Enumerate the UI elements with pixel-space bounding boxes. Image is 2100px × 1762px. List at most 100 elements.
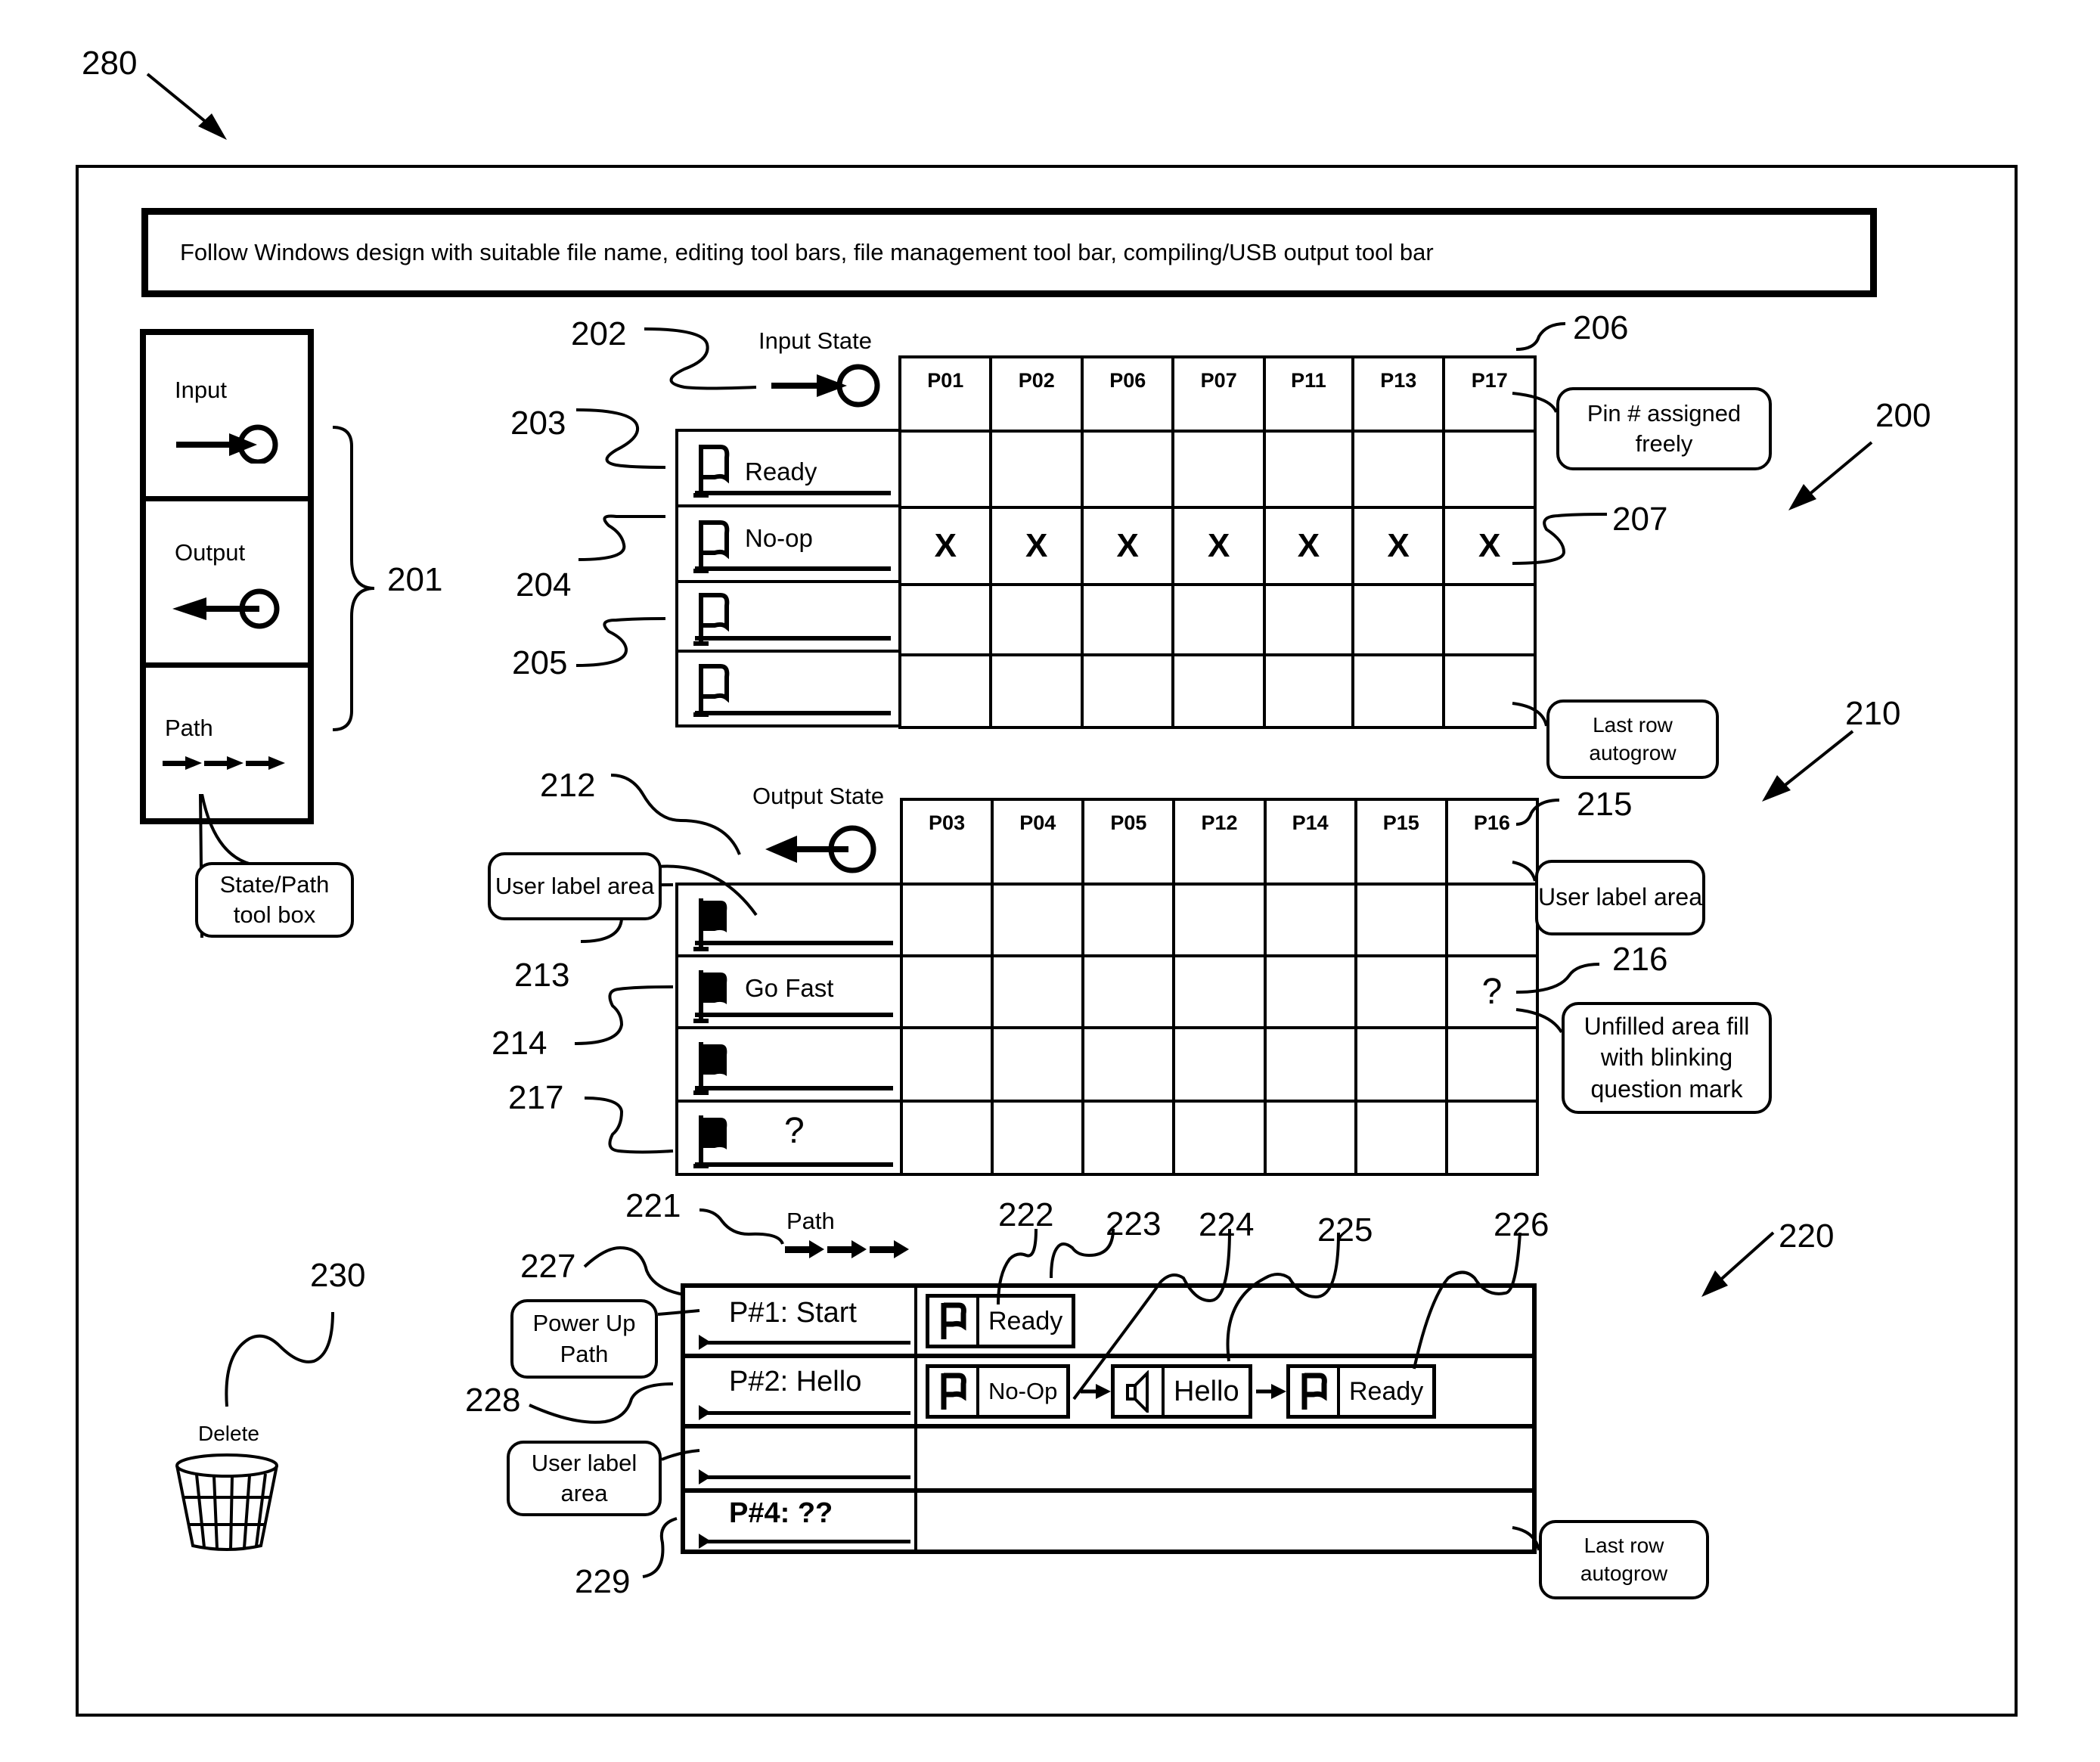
pin-cell[interactable] — [1080, 653, 1175, 730]
pin-cell[interactable] — [991, 954, 1085, 1029]
pin-header-p14[interactable]: P14 — [1263, 798, 1357, 886]
pin-header-p15[interactable]: P15 — [1354, 798, 1448, 886]
output-state-label-row[interactable]: ? — [678, 1103, 902, 1176]
ref-217: 217 — [508, 1079, 564, 1116]
pin-cell[interactable] — [1442, 582, 1537, 656]
input-state-label-row[interactable]: No-op — [678, 507, 900, 583]
pin-cell[interactable] — [991, 1026, 1085, 1103]
pin-cell[interactable] — [899, 954, 994, 1029]
pin-cell-dont-care[interactable]: X — [1351, 506, 1446, 586]
output-state-label-row[interactable]: Go Fast — [678, 957, 902, 1029]
pin-cell[interactable] — [1172, 1100, 1267, 1176]
pin-cell[interactable] — [1081, 954, 1176, 1029]
path-row[interactable]: P#1: Start Ready — [685, 1288, 1532, 1358]
pin-cell-dont-care[interactable]: X — [1262, 506, 1354, 586]
pin-header-p11[interactable]: P11 — [1262, 355, 1354, 433]
pin-cell[interactable] — [1351, 653, 1446, 730]
pin-cell[interactable] — [1081, 1100, 1176, 1176]
pin-header-p01[interactable]: P01 — [898, 355, 993, 433]
pin-cell[interactable] — [1354, 954, 1448, 1029]
pin-header-p16[interactable]: P16 — [1444, 798, 1540, 886]
pin-cell[interactable] — [1263, 1100, 1357, 1176]
toolbox-input-tool[interactable]: Input — [146, 335, 308, 501]
pin-cell[interactable] — [1354, 1026, 1448, 1103]
pin-cell[interactable] — [1442, 430, 1537, 510]
pin-cell[interactable] — [1263, 954, 1357, 1029]
pin-cell[interactable] — [1172, 1026, 1267, 1103]
input-state-label-row[interactable] — [678, 653, 900, 724]
pin-cell-dont-care[interactable]: X — [989, 506, 1084, 586]
pin-cell[interactable] — [1080, 582, 1175, 656]
pin-cell[interactable] — [899, 883, 994, 957]
pin-cell[interactable] — [1351, 582, 1446, 656]
pin-cell[interactable] — [1354, 883, 1448, 957]
pin-cell[interactable] — [1351, 430, 1446, 510]
pin-header-p03[interactable]: P03 — [899, 798, 994, 886]
pin-cell[interactable] — [989, 653, 1084, 730]
pin-cell[interactable] — [1171, 653, 1266, 730]
pin-cell[interactable] — [1442, 653, 1537, 730]
pin-header-p04[interactable]: P04 — [991, 798, 1085, 886]
pin-header-p07[interactable]: P07 — [1171, 355, 1266, 433]
pin-cell[interactable] — [1172, 954, 1267, 1029]
output-state-label-row[interactable] — [678, 886, 902, 957]
pin-cell[interactable] — [1172, 883, 1267, 957]
callout-path-last-row: Last row autogrow — [1539, 1520, 1709, 1599]
pin-cell[interactable] — [1263, 883, 1357, 957]
pin-cell[interactable] — [899, 1100, 994, 1176]
pin-cell[interactable] — [899, 1026, 994, 1103]
pin-cell-dont-care[interactable]: X — [898, 506, 993, 586]
pin-cell[interactable] — [1171, 430, 1266, 510]
input-state-label-row[interactable]: Ready — [678, 432, 900, 507]
output-state-grid: P03 P04 P05 P12 P14 P15 P16 ? — [899, 798, 1540, 1176]
pin-cell[interactable] — [898, 653, 993, 730]
trash-bin-icon[interactable] — [170, 1450, 284, 1553]
pin-cell[interactable] — [1444, 883, 1540, 957]
pin-header-p02[interactable]: P02 — [989, 355, 1084, 433]
pin-cell[interactable] — [1262, 430, 1354, 510]
pin-cell[interactable] — [1444, 1026, 1540, 1103]
pin-header-p13[interactable]: P13 — [1351, 355, 1446, 433]
path-step[interactable]: Hello — [1111, 1364, 1252, 1419]
pin-cell[interactable] — [989, 582, 1084, 656]
path-step[interactable]: Ready — [926, 1294, 1076, 1348]
pin-cell[interactable] — [1354, 1100, 1448, 1176]
pin-cell[interactable] — [898, 430, 993, 510]
step-label: No-Op — [988, 1378, 1058, 1404]
pin-header-p06[interactable]: P06 — [1080, 355, 1175, 433]
toolbox-output-tool[interactable]: Output — [146, 501, 308, 668]
pin-cell-unfilled[interactable]: ? — [1444, 954, 1540, 1029]
pin-cell-dont-care[interactable]: X — [1080, 506, 1175, 586]
path-step[interactable]: Ready — [1286, 1364, 1437, 1419]
ref-210-arrowhead — [1762, 775, 1791, 802]
flag-outline-icon — [693, 593, 730, 646]
pin-cell-dont-care[interactable]: X — [1171, 506, 1266, 586]
ref-200: 200 — [1875, 397, 1931, 434]
pin-cell[interactable] — [1263, 1026, 1357, 1103]
pin-header-p05[interactable]: P05 — [1081, 798, 1176, 886]
pin-cell[interactable] — [1171, 582, 1266, 656]
input-state-label-row[interactable] — [678, 583, 900, 653]
pin-cell[interactable] — [991, 883, 1085, 957]
pin-cell[interactable] — [1081, 883, 1176, 957]
pin-header-p17[interactable]: P17 — [1442, 355, 1537, 433]
pin-cell[interactable] — [1080, 430, 1175, 510]
pin-cell[interactable] — [989, 430, 1084, 510]
flag-outline-icon — [929, 1368, 979, 1415]
ref-229: 229 — [575, 1563, 631, 1600]
pin-cell[interactable] — [1081, 1026, 1176, 1103]
path-step[interactable]: No-Op — [926, 1364, 1071, 1419]
pin-cell[interactable] — [991, 1100, 1085, 1176]
pin-cell[interactable] — [1444, 1100, 1540, 1176]
pin-cell[interactable] — [1262, 653, 1354, 730]
pin-header-p12[interactable]: P12 — [1172, 798, 1267, 886]
pin-cell[interactable] — [1262, 582, 1354, 656]
path-row[interactable]: P#2: Hello No-Op Hello Ready — [685, 1358, 1532, 1429]
pin-cell[interactable] — [898, 582, 993, 656]
output-state-label-row[interactable] — [678, 1029, 902, 1103]
path-row[interactable]: P#4: ?? — [685, 1493, 1532, 1550]
path-row[interactable] — [685, 1429, 1532, 1493]
pin-cell-dont-care[interactable]: X — [1442, 506, 1537, 586]
tool-label: Path — [165, 715, 213, 741]
output-state-icon — [765, 825, 876, 873]
